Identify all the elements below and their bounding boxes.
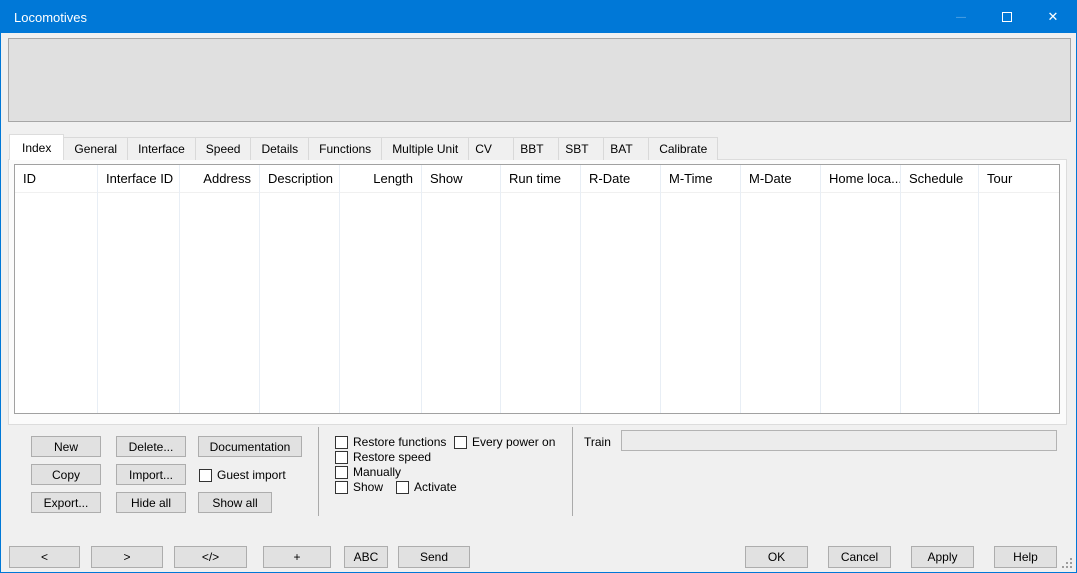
guest-import-label: Guest import bbox=[217, 468, 286, 482]
column-header-m-time[interactable]: M-Time bbox=[661, 165, 740, 193]
close-button[interactable]: ✕ bbox=[1030, 1, 1076, 33]
activate-label: Activate bbox=[414, 480, 457, 494]
tab-functions[interactable]: Functions bbox=[308, 137, 382, 160]
window-controls: — ✕ bbox=[938, 1, 1076, 33]
tabstrip: Index General Interface Speed Details Fu… bbox=[9, 134, 717, 160]
tab-multiple-unit[interactable]: Multiple Unit bbox=[381, 137, 469, 160]
guest-import-checkbox-box bbox=[199, 469, 212, 482]
manually-checkbox-box bbox=[335, 466, 348, 479]
tab-index[interactable]: Index bbox=[9, 134, 64, 160]
abc-button[interactable]: ABC bbox=[344, 546, 388, 568]
train-input[interactable] bbox=[621, 430, 1057, 451]
column-header-m-date[interactable]: M-Date bbox=[741, 165, 820, 193]
column-header-show[interactable]: Show bbox=[422, 165, 500, 193]
maximize-icon bbox=[1002, 12, 1012, 22]
column-header-length[interactable]: Length bbox=[340, 165, 421, 193]
hide-all-button[interactable]: Hide all bbox=[116, 492, 186, 513]
minimize-icon: — bbox=[956, 12, 966, 23]
show-all-button[interactable]: Show all bbox=[198, 492, 272, 513]
column-header-schedule[interactable]: Schedule bbox=[901, 165, 978, 193]
manually-checkbox[interactable]: Manually bbox=[335, 465, 401, 479]
minimize-button: — bbox=[938, 1, 984, 33]
restore-speed-checkbox[interactable]: Restore speed bbox=[335, 450, 431, 464]
apply-button[interactable]: Apply bbox=[911, 546, 974, 568]
documentation-button[interactable]: Documentation bbox=[198, 436, 302, 457]
manually-label: Manually bbox=[353, 465, 401, 479]
cancel-button[interactable]: Cancel bbox=[828, 546, 891, 568]
activate-checkbox[interactable]: Activate bbox=[396, 480, 457, 494]
restore-functions-checkbox[interactable]: Restore functions bbox=[335, 435, 446, 449]
column-header-run-time[interactable]: Run time bbox=[501, 165, 580, 193]
copy-button[interactable]: Copy bbox=[31, 464, 101, 485]
titlebar: Locomotives — ✕ bbox=[1, 1, 1076, 33]
info-panel bbox=[8, 38, 1071, 122]
plus-button[interactable]: + bbox=[263, 546, 331, 568]
window-title: Locomotives bbox=[1, 10, 87, 25]
restore-functions-label: Restore functions bbox=[353, 435, 446, 449]
tab-speed[interactable]: Speed bbox=[195, 137, 252, 160]
column-header-address[interactable]: Address bbox=[180, 165, 259, 193]
ok-button[interactable]: OK bbox=[745, 546, 808, 568]
every-power-on-checkbox[interactable]: Every power on bbox=[454, 435, 555, 449]
separator-right bbox=[572, 427, 573, 516]
show-label: Show bbox=[353, 480, 383, 494]
resize-grip-icon[interactable] bbox=[1062, 558, 1072, 568]
next-button[interactable]: > bbox=[91, 546, 163, 568]
column-header-r-date[interactable]: R-Date bbox=[581, 165, 660, 193]
close-icon: ✕ bbox=[1048, 9, 1059, 25]
every-power-on-checkbox-box bbox=[454, 436, 467, 449]
tab-interface[interactable]: Interface bbox=[127, 137, 196, 160]
column-header-interface-id[interactable]: Interface ID bbox=[98, 165, 179, 193]
train-label: Train bbox=[584, 435, 611, 449]
column-header-home-location[interactable]: Home loca... bbox=[821, 165, 900, 193]
help-button[interactable]: Help bbox=[994, 546, 1057, 568]
locomotives-dialog: Locomotives — ✕ Index General Interface … bbox=[0, 0, 1077, 573]
every-power-on-label: Every power on bbox=[472, 435, 555, 449]
activate-checkbox-box bbox=[396, 481, 409, 494]
restore-speed-label: Restore speed bbox=[353, 450, 431, 464]
tab-bat[interactable]: BAT bbox=[603, 137, 649, 160]
tab-general[interactable]: General bbox=[63, 137, 128, 160]
tab-details[interactable]: Details bbox=[250, 137, 309, 160]
guest-import-checkbox[interactable]: Guest import bbox=[199, 468, 286, 482]
prev-button[interactable]: < bbox=[9, 546, 80, 568]
column-header-tour[interactable]: Tour bbox=[979, 165, 1059, 193]
show-checkbox[interactable]: Show bbox=[335, 480, 383, 494]
separator-left bbox=[318, 427, 319, 516]
restore-speed-checkbox-box bbox=[335, 451, 348, 464]
code-button[interactable]: </> bbox=[174, 546, 247, 568]
locomotive-list[interactable]: ID Interface ID Address Description Leng… bbox=[14, 164, 1060, 414]
tab-bbt[interactable]: BBT bbox=[513, 137, 559, 160]
tab-sbt[interactable]: SBT bbox=[558, 137, 604, 160]
tab-cv[interactable]: CV bbox=[468, 137, 514, 160]
new-button[interactable]: New bbox=[31, 436, 101, 457]
delete-button[interactable]: Delete... bbox=[116, 436, 186, 457]
export-button[interactable]: Export... bbox=[31, 492, 101, 513]
column-header-description[interactable]: Description bbox=[260, 165, 339, 193]
maximize-button[interactable] bbox=[984, 1, 1030, 33]
import-button[interactable]: Import... bbox=[116, 464, 186, 485]
tab-calibrate[interactable]: Calibrate bbox=[648, 137, 718, 160]
show-checkbox-box bbox=[335, 481, 348, 494]
column-header-id[interactable]: ID bbox=[15, 165, 97, 193]
send-button[interactable]: Send bbox=[398, 546, 470, 568]
restore-functions-checkbox-box bbox=[335, 436, 348, 449]
